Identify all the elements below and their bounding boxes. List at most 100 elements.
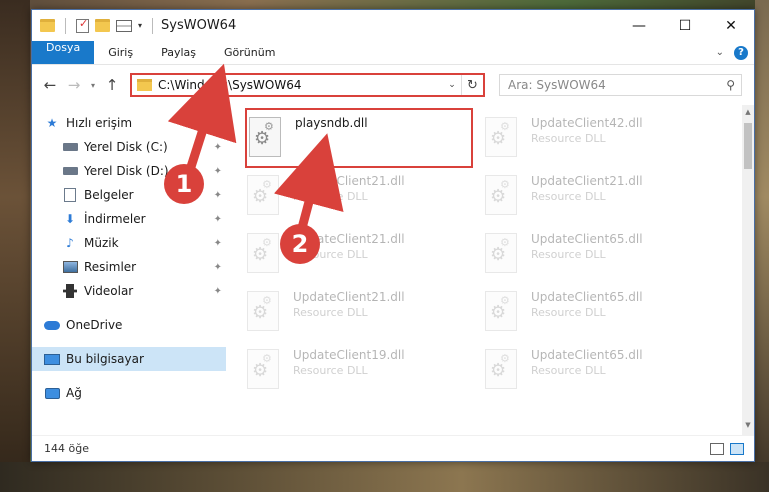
- callout-step-1: 1: [164, 164, 204, 204]
- maximize-button[interactable]: ☐: [662, 10, 708, 41]
- file-item[interactable]: UpdateClient21.dll Resource DLL: [485, 168, 723, 226]
- file-item[interactable]: UpdateClient21.dll Resource DLL: [247, 168, 485, 226]
- pin-icon: ✦: [213, 285, 222, 297]
- file-item[interactable]: UpdateClient65.dll Resource DLL: [485, 226, 723, 284]
- file-type: Resource DLL: [531, 306, 606, 319]
- nav-videos[interactable]: Videolar ✦: [32, 279, 226, 303]
- nav-label: Bu bilgisayar: [66, 352, 144, 366]
- file-type: Resource DLL: [293, 364, 368, 377]
- drive-icon: [62, 140, 78, 154]
- cloud-icon: [44, 318, 60, 332]
- nav-label: Hızlı erişim: [66, 116, 133, 130]
- expand-ribbon-chevron-icon[interactable]: ⌄: [716, 47, 724, 58]
- nav-label: Müzik: [84, 236, 119, 250]
- pin-icon: ✦: [213, 141, 222, 153]
- recent-locations-chevron-icon[interactable]: ▾: [86, 81, 100, 90]
- explorer-body: ★ Hızlı erişim Yerel Disk (C:) ✦ Yerel D…: [32, 105, 754, 435]
- new-folder-icon[interactable]: [95, 19, 110, 32]
- nav-downloads[interactable]: ⬇ İndirmeler ✦: [32, 207, 226, 231]
- dll-file-icon: [485, 349, 517, 389]
- pin-icon: ✦: [213, 261, 222, 273]
- forward-arrow-icon[interactable]: →: [62, 76, 86, 94]
- file-text: UpdateClient21.dll Resource DLL: [293, 289, 405, 321]
- address-folder-icon: [137, 79, 152, 91]
- file-item[interactable]: UpdateClient65.dll Resource DLL: [485, 342, 723, 400]
- scroll-thumb[interactable]: [744, 123, 752, 169]
- file-type: Resource DLL: [531, 364, 606, 377]
- properties-check-icon[interactable]: [76, 17, 89, 33]
- nav-quick-access[interactable]: ★ Hızlı erişim: [32, 111, 226, 135]
- dll-file-icon: [247, 291, 279, 331]
- close-button[interactable]: ✕: [708, 10, 754, 41]
- item-count: 144 öğe: [44, 442, 89, 455]
- pin-icon: ✦: [213, 189, 222, 201]
- scroll-down-icon[interactable]: ▼: [742, 421, 754, 435]
- address-path[interactable]: C:\Windows\SysWOW64: [158, 78, 302, 92]
- refresh-icon[interactable]: ↻: [461, 75, 483, 95]
- nav-label: İndirmeler: [84, 212, 146, 226]
- file-name: UpdateClient65.dll: [531, 290, 643, 304]
- pin-icon: ✦: [213, 213, 222, 225]
- search-box[interactable]: Ara: SysWOW64 ⚲: [499, 74, 742, 96]
- help-icon[interactable]: ?: [734, 45, 748, 60]
- nav-label: Ağ: [66, 386, 82, 400]
- drive-icon: [62, 164, 78, 178]
- details-view-icon[interactable]: [710, 442, 724, 455]
- scroll-up-icon[interactable]: ▲: [742, 105, 754, 119]
- navigation-pane: ★ Hızlı erişim Yerel Disk (C:) ✦ Yerel D…: [32, 105, 227, 435]
- dll-file-icon: [247, 349, 279, 389]
- pin-icon: ✦: [213, 165, 222, 177]
- nav-label: Resimler: [84, 260, 137, 274]
- large-icons-view-icon[interactable]: [730, 442, 744, 455]
- star-icon: ★: [46, 116, 58, 130]
- nav-label: Belgeler: [84, 188, 134, 202]
- status-bar: 144 öğe: [32, 435, 754, 461]
- dll-file-icon: [485, 175, 517, 215]
- file-item-highlighted[interactable]: playsndb.dll: [245, 108, 473, 168]
- tab-view[interactable]: Görünüm: [210, 41, 289, 64]
- dll-file-icon: [485, 117, 517, 157]
- nav-this-pc[interactable]: Bu bilgisayar: [32, 347, 226, 371]
- nav-music[interactable]: ♪ Müzik ✦: [32, 231, 226, 255]
- file-name: UpdateClient19.dll: [293, 348, 405, 362]
- file-item[interactable]: UpdateClient19.dll Resource DLL: [247, 342, 485, 400]
- nav-pictures[interactable]: Resimler ✦: [32, 255, 226, 279]
- minimize-button[interactable]: —: [616, 10, 662, 41]
- nav-local-disk-c[interactable]: Yerel Disk (C:) ✦: [32, 135, 226, 159]
- quick-access-toolbar: ▾: [32, 17, 157, 34]
- file-item[interactable]: UpdateClient42.dll Resource DLL: [485, 110, 723, 168]
- file-grid: playsndb.dll UpdateClient42.dll Resource D…: [245, 108, 754, 400]
- nav-network[interactable]: Ağ: [32, 381, 226, 405]
- videos-icon: [62, 284, 78, 298]
- file-name: UpdateClient21.dll: [531, 174, 643, 188]
- file-type: Resource DLL: [293, 190, 368, 203]
- back-arrow-icon[interactable]: ←: [38, 76, 62, 94]
- file-name: UpdateClient65.dll: [531, 232, 643, 246]
- file-text: UpdateClient65.dll Resource DLL: [531, 289, 643, 321]
- file-name: UpdateClient65.dll: [531, 348, 643, 362]
- rename-icon[interactable]: [116, 19, 132, 32]
- tab-home[interactable]: Giriş: [94, 41, 147, 64]
- file-item[interactable]: UpdateClient21.dll Resource DLL: [247, 284, 485, 342]
- file-name: UpdateClient21.dll: [293, 174, 405, 188]
- dll-file-icon: [249, 117, 281, 157]
- tab-file[interactable]: Dosya: [32, 41, 95, 64]
- address-dropdown-icon[interactable]: ⌄: [443, 80, 461, 90]
- tab-share[interactable]: Paylaş: [147, 41, 210, 64]
- customize-toolbar-dropdown-icon[interactable]: ▾: [138, 21, 142, 30]
- nav-label: Yerel Disk (D:): [84, 164, 169, 178]
- search-icon[interactable]: ⚲: [726, 78, 735, 92]
- music-icon: ♪: [66, 236, 74, 250]
- desktop-background-right: [755, 0, 769, 492]
- dll-file-icon: [485, 291, 517, 331]
- address-bar[interactable]: C:\Windows\SysWOW64 ⌄ ↻: [130, 73, 485, 97]
- vertical-scrollbar[interactable]: ▲ ▼: [742, 105, 754, 435]
- search-placeholder[interactable]: Ara: SysWOW64: [508, 78, 606, 92]
- toolbar-divider: [152, 17, 154, 34]
- up-arrow-icon[interactable]: ↑: [100, 76, 124, 94]
- toolbar-divider: [65, 17, 66, 34]
- file-item[interactable]: UpdateClient65.dll Resource DLL: [485, 284, 723, 342]
- nav-onedrive[interactable]: OneDrive: [32, 313, 226, 337]
- file-text: UpdateClient65.dll Resource DLL: [531, 231, 643, 263]
- window-controls: — ☐ ✕: [616, 10, 754, 41]
